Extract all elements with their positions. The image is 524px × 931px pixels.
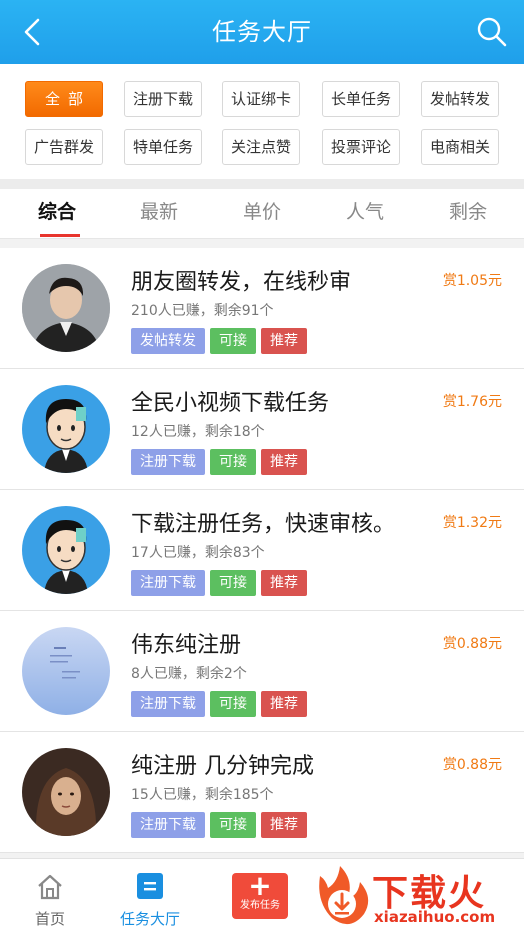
task-title: 纯注册 几分钟完成 — [131, 754, 314, 779]
task-hall-icon — [137, 873, 163, 899]
task-reward: 赏1.32元 — [442, 515, 502, 531]
filter-all[interactable]: 全部 — [25, 81, 103, 117]
available-tag: 可接 — [210, 691, 256, 717]
category-filters: 全部 注册下载 认证绑卡 长单任务 发帖转发 广告群发 特单任务 关注点赞 投票… — [0, 64, 524, 179]
category-tag: 注册下载 — [131, 691, 205, 717]
available-tag: 可接 — [210, 570, 256, 596]
task-tags: 发帖转发 可接 推荐 — [131, 328, 307, 354]
recommend-tag: 推荐 — [261, 812, 307, 838]
available-tag: 可接 — [210, 328, 256, 354]
task-list: 朋友圈转发，在线秒审 210人已赚，剩余91个 发帖转发 可接 推荐 赏1.05… — [0, 248, 524, 853]
category-tag: 注册下载 — [131, 570, 205, 596]
recommend-tag: 推荐 — [261, 328, 307, 354]
available-tag: 可接 — [210, 449, 256, 475]
filter-special-task[interactable]: 特单任务 — [124, 129, 202, 165]
tab-unit-price[interactable]: 单价 — [210, 189, 314, 239]
task-stats: 12人已赚，剩余18个 — [131, 424, 265, 440]
filter-register-download[interactable]: 注册下载 — [124, 81, 202, 117]
avatar — [22, 385, 110, 473]
task-stats: 8人已赚，剩余2个 — [131, 666, 247, 682]
filter-long-task[interactable]: 长单任务 — [322, 81, 400, 117]
plus-icon: + — [248, 869, 272, 902]
filter-ad-broadcast[interactable]: 广告群发 — [25, 129, 103, 165]
task-stats: 210人已赚，剩余91个 — [131, 303, 274, 319]
task-stats: 17人已赚，剩余83个 — [131, 545, 265, 561]
filter-ecommerce[interactable]: 电商相关 — [421, 129, 499, 165]
recommend-tag: 推荐 — [261, 570, 307, 596]
tab-remaining[interactable]: 剩余 — [416, 189, 520, 239]
nav-home-label: 首页 — [34, 910, 65, 928]
watermark-logo: 下载火 xiazaihuo.com — [310, 862, 524, 931]
task-item[interactable]: 下载注册任务，快速审核。 17人已赚，剩余83个 注册下载 可接 推荐 赏1.3… — [0, 490, 524, 611]
task-tags: 注册下载 可接 推荐 — [131, 449, 307, 475]
top-bar: 任务大厅 — [0, 0, 524, 64]
section-divider — [0, 179, 524, 189]
task-tags: 注册下载 可接 推荐 — [131, 691, 307, 717]
search-icon[interactable] — [474, 14, 510, 50]
task-reward: 赏0.88元 — [442, 636, 502, 652]
page-title: 任务大厅 — [212, 18, 312, 46]
filter-vote-comment[interactable]: 投票评论 — [322, 129, 400, 165]
category-tag: 注册下载 — [131, 812, 205, 838]
tab-popularity[interactable]: 人气 — [313, 189, 417, 239]
publish-task-label: 发布任务 — [240, 900, 280, 911]
task-stats: 15人已赚，剩余185个 — [131, 787, 274, 803]
filter-follow-like[interactable]: 关注点赞 — [222, 129, 300, 165]
tab-latest[interactable]: 最新 — [107, 189, 211, 239]
avatar — [22, 627, 110, 715]
task-title: 朋友圈转发，在线秒审 — [131, 270, 352, 295]
task-reward: 赏0.88元 — [442, 757, 502, 773]
sort-tabs: 综合 最新 单价 人气 剩余 — [0, 189, 524, 239]
task-title: 全民小视频下载任务 — [131, 391, 330, 416]
nav-task-hall[interactable]: 任务大厅 — [100, 859, 200, 931]
category-tag: 发帖转发 — [131, 328, 205, 354]
filter-post-forward[interactable]: 发帖转发 — [421, 81, 499, 117]
flame-logo-icon — [319, 866, 369, 925]
nav-task-hall-label: 任务大厅 — [119, 910, 180, 928]
filter-verify-bind-card[interactable]: 认证绑卡 — [222, 81, 300, 117]
available-tag: 可接 — [210, 812, 256, 838]
tab-overall[interactable]: 综合 — [5, 189, 109, 239]
task-reward: 赏1.76元 — [442, 394, 502, 410]
task-tags: 注册下载 可接 推荐 — [131, 812, 307, 838]
watermark-url: xiazaihuo.com — [374, 908, 496, 926]
task-title: 伟东纯注册 — [131, 633, 242, 658]
task-item[interactable]: 朋友圈转发，在线秒审 210人已赚，剩余91个 发帖转发 可接 推荐 赏1.05… — [0, 248, 524, 369]
tab-label: 综合 — [37, 201, 76, 223]
nav-home[interactable]: 首页 — [0, 859, 100, 931]
avatar — [22, 264, 110, 352]
task-reward: 赏1.05元 — [442, 273, 502, 289]
home-icon — [38, 874, 62, 900]
publish-task-button[interactable]: + 发布任务 — [232, 869, 288, 919]
task-item[interactable]: 纯注册 几分钟完成 15人已赚，剩余185个 注册下载 可接 推荐 赏0.88元 — [0, 732, 524, 853]
category-tag: 注册下载 — [131, 449, 205, 475]
recommend-tag: 推荐 — [261, 691, 307, 717]
task-tags: 注册下载 可接 推荐 — [131, 570, 307, 596]
avatar — [22, 506, 110, 594]
avatar — [22, 748, 110, 836]
task-item[interactable]: 伟东纯注册 8人已赚，剩余2个 注册下载 可接 推荐 赏0.88元 — [0, 611, 524, 732]
recommend-tag: 推荐 — [261, 449, 307, 475]
task-title: 下载注册任务，快速审核。 — [131, 512, 396, 537]
task-item[interactable]: 全民小视频下载任务 12人已赚，剩余18个 注册下载 可接 推荐 赏1.76元 — [0, 369, 524, 490]
active-tab-indicator — [40, 234, 80, 237]
